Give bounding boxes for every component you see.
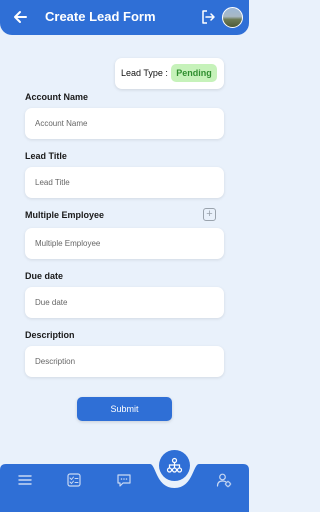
- lead-title-label: Lead Title: [25, 151, 67, 161]
- menu-icon[interactable]: [17, 472, 33, 488]
- description-label: Description: [25, 330, 75, 340]
- description-input[interactable]: [25, 346, 224, 377]
- due-date-input[interactable]: [25, 287, 224, 318]
- network-icon: [166, 457, 183, 473]
- lead-title-input[interactable]: [25, 167, 224, 198]
- avatar[interactable]: [222, 7, 243, 28]
- lead-type-label: Lead Type :: [121, 68, 168, 78]
- lead-type-card: Lead Type : Pending: [115, 58, 224, 89]
- logout-icon[interactable]: [200, 9, 216, 25]
- due-date-label: Due date: [25, 271, 64, 281]
- app-header: Create Lead Form: [0, 0, 249, 35]
- account-name-input[interactable]: [25, 108, 224, 139]
- status-badge: Pending: [171, 64, 217, 82]
- multiple-employee-input[interactable]: [25, 228, 224, 259]
- page-title: Create Lead Form: [45, 9, 156, 24]
- network-button[interactable]: [159, 450, 190, 481]
- chat-icon[interactable]: [116, 472, 132, 488]
- back-arrow-icon[interactable]: [11, 8, 29, 26]
- multiple-employee-label: Multiple Employee: [25, 210, 105, 220]
- add-icon[interactable]: +: [203, 208, 216, 221]
- checklist-icon[interactable]: [66, 472, 82, 488]
- submit-button[interactable]: Submit: [77, 397, 172, 421]
- account-name-label: Account Name: [25, 92, 89, 102]
- user-settings-icon[interactable]: [216, 472, 232, 488]
